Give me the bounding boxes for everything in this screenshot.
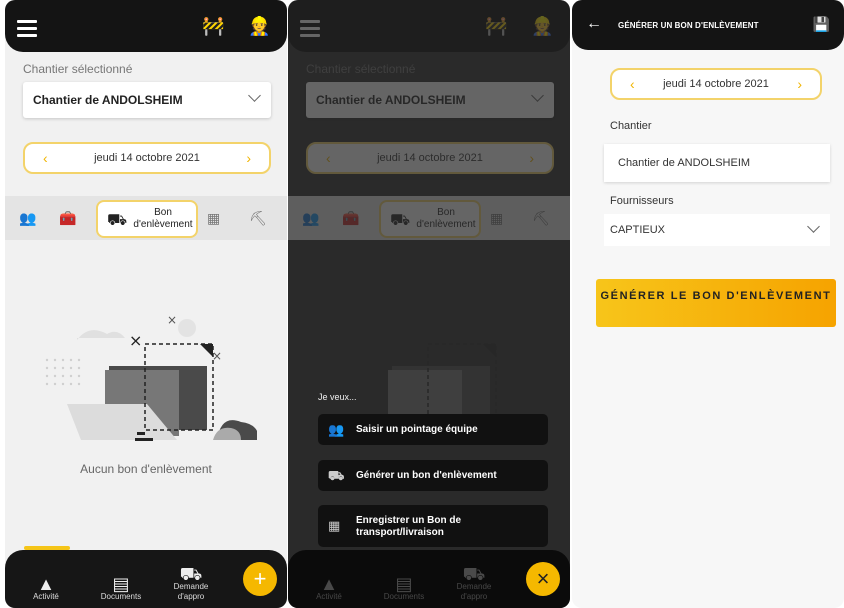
construction-barrier-icon: 🚧 [485,16,508,36]
tab-label: Bon d'enlèvement [133,207,193,230]
cone-icon: ▲ [37,574,55,594]
tools-icon: 🧰 [342,210,360,226]
fournisseur-value: CAPTIEUX [610,224,666,236]
action-label: Enregistrer un Bon de transport/livraiso… [356,515,462,538]
nav-demande-appro[interactable]: ⛟ Demande d'appro [161,564,221,602]
close-icon: × [536,566,550,591]
transport-icon: ▦ [328,518,341,533]
nav-demande-appro: ⛟ Demande d'appro [444,564,504,602]
transport-icon[interactable]: ▦ [207,210,220,227]
date-label: jeudi 14 octobre 2021 [377,152,483,164]
date-selector: ‹ jeudi 14 octobre 2021 › [23,142,271,174]
je-veux-label: Je veux... [318,392,357,402]
screen-generer-bon: ← GÉNÉRER UN BON D'ENLÈVEMENT 💾 ‹ jeudi … [572,0,844,608]
chantier-value: Chantier de ANDOLSHEIM [618,157,751,169]
fournisseur-select[interactable]: CAPTIEUX [604,214,830,246]
removal-truck-icon: ⛟ [390,212,411,229]
add-button[interactable]: + [243,562,277,596]
tab-bon-enlevement[interactable]: ⛟ Bon d'enlèvement [96,200,198,238]
team-icon[interactable]: 👥 [19,210,36,227]
nav-label: Documents [383,592,425,601]
nav-label: Activité [316,592,342,601]
action-enregistrer-bon-transport[interactable]: ▦ Enregistrer un Bon de transport/livrai… [318,505,548,547]
svg-text:×: × [212,349,222,363]
back-arrow-icon[interactable]: ← [586,15,602,33]
menu-icon[interactable] [17,20,37,37]
tab-bon-enlevement: ⛟ Bon d'enlèvement [379,200,481,238]
bottom-nav: ▲ Activité ▤ Documents ⛟ Demande d'appro… [5,546,287,608]
empty-state-text: Aucun bon d'enlèvement [80,462,212,476]
chantier-value: Chantier de ANDOLSHEIM [316,93,466,107]
chantier-value: Chantier de ANDOLSHEIM [33,93,183,107]
chevron-down-icon [807,220,820,233]
activity-tabs: 👥 🧰 ⛟ Bon d'enlèvement ▦ ⛏ [5,196,287,240]
chantier-selected-label: Chantier sélectionné [23,62,133,76]
next-date-button: › [529,150,534,166]
cone-icon: ▲ [320,574,338,594]
removal-truck-icon: ⛟ [328,468,345,483]
page-title: GÉNÉRER UN BON D'ENLÈVEMENT [618,21,759,30]
date-selector: ‹ jeudi 14 octobre 2021 › [610,68,822,100]
chantier-selected-label: Chantier sélectionné [306,62,416,76]
transport-icon: ▦ [490,210,504,226]
team-icon: 👥 [302,210,320,226]
action-saisir-pointage[interactable]: 👥 Saisir un pointage équipe [318,414,548,445]
date-label: jeudi 14 octobre 2021 [94,152,200,164]
close-menu-button[interactable]: × [526,562,560,596]
save-icon[interactable]: 💾 [813,16,830,33]
generate-bon-label: GÉNÉRER LE BON D'ENLÈVEMENT [600,290,832,302]
top-bar: 🚧 👷 [288,0,570,52]
active-indicator [24,546,70,550]
worker-dig-icon[interactable]: ⛏ [249,210,267,227]
chantier-select: Chantier de ANDOLSHEIM [306,82,554,118]
construction-barrier-icon[interactable]: 🚧 [202,17,224,35]
svg-text:×: × [129,331,142,350]
next-date-button[interactable]: › [246,150,251,166]
document-icon: ▤ [112,574,130,594]
nav-documents[interactable]: ▤ Documents [93,574,149,602]
top-bar: 🚧 👷 [5,0,287,52]
svg-text:×: × [167,313,177,327]
worker-dig-icon: ⛏ [532,210,550,226]
worker-icon: 👷 [531,16,554,36]
truck-icon: ⛟ [179,564,203,584]
worker-icon[interactable]: 👷 [248,17,270,35]
empty-state-illustration: × × × [45,313,257,441]
plus-icon: + [253,566,267,591]
screen-actions-overlay: 🚧 👷 Chantier sélectionné Chantier de AND… [288,0,570,608]
action-label: Saisir un pointage équipe [356,424,478,435]
date-label: jeudi 14 octobre 2021 [663,78,769,90]
nav-activite: ▲ Activité [304,574,354,602]
header: ← GÉNÉRER UN BON D'ENLÈVEMENT 💾 [572,0,844,50]
action-generer-bon[interactable]: ⛟ Générer un bon d'enlèvement [318,460,548,491]
chantier-label: Chantier [610,120,652,132]
menu-icon [300,20,320,37]
nav-documents: ▤ Documents [376,574,432,602]
chantier-select[interactable]: Chantier de ANDOLSHEIM [23,82,271,118]
next-date-button[interactable]: › [797,76,802,92]
nav-activite[interactable]: ▲ Activité [21,574,71,602]
generate-bon-button[interactable]: GÉNÉRER LE BON D'ENLÈVEMENT [596,279,836,327]
nav-label: Activité [33,592,59,601]
activity-tabs: 👥 🧰 ⛟ Bon d'enlèvement ▦ ⛏ [288,196,570,240]
fournisseurs-label: Fournisseurs [610,195,674,207]
nav-label: Demande d'appro [456,582,492,601]
date-selector: ‹ jeudi 14 octobre 2021 › [306,142,554,174]
removal-truck-icon: ⛟ [107,212,128,229]
team-icon: 👥 [328,422,345,437]
action-label: Générer un bon d'enlèvement [356,470,497,481]
chantier-field[interactable]: Chantier de ANDOLSHEIM [604,144,830,182]
screen-bon-enlevement-list: 🚧 👷 Chantier sélectionné Chantier de AND… [5,0,287,608]
tab-label: Bon d'enlèvement [416,207,476,230]
nav-label: Documents [100,592,142,601]
truck-icon: ⛟ [462,564,486,584]
tools-icon[interactable]: 🧰 [59,210,76,227]
nav-label: Demande d'appro [173,582,209,601]
document-icon: ▤ [395,574,413,594]
bottom-nav: ▲ Activité ▤ Documents ⛟ Demande d'appro… [288,550,570,608]
chevron-down-icon [531,89,544,102]
chevron-down-icon [248,89,261,102]
